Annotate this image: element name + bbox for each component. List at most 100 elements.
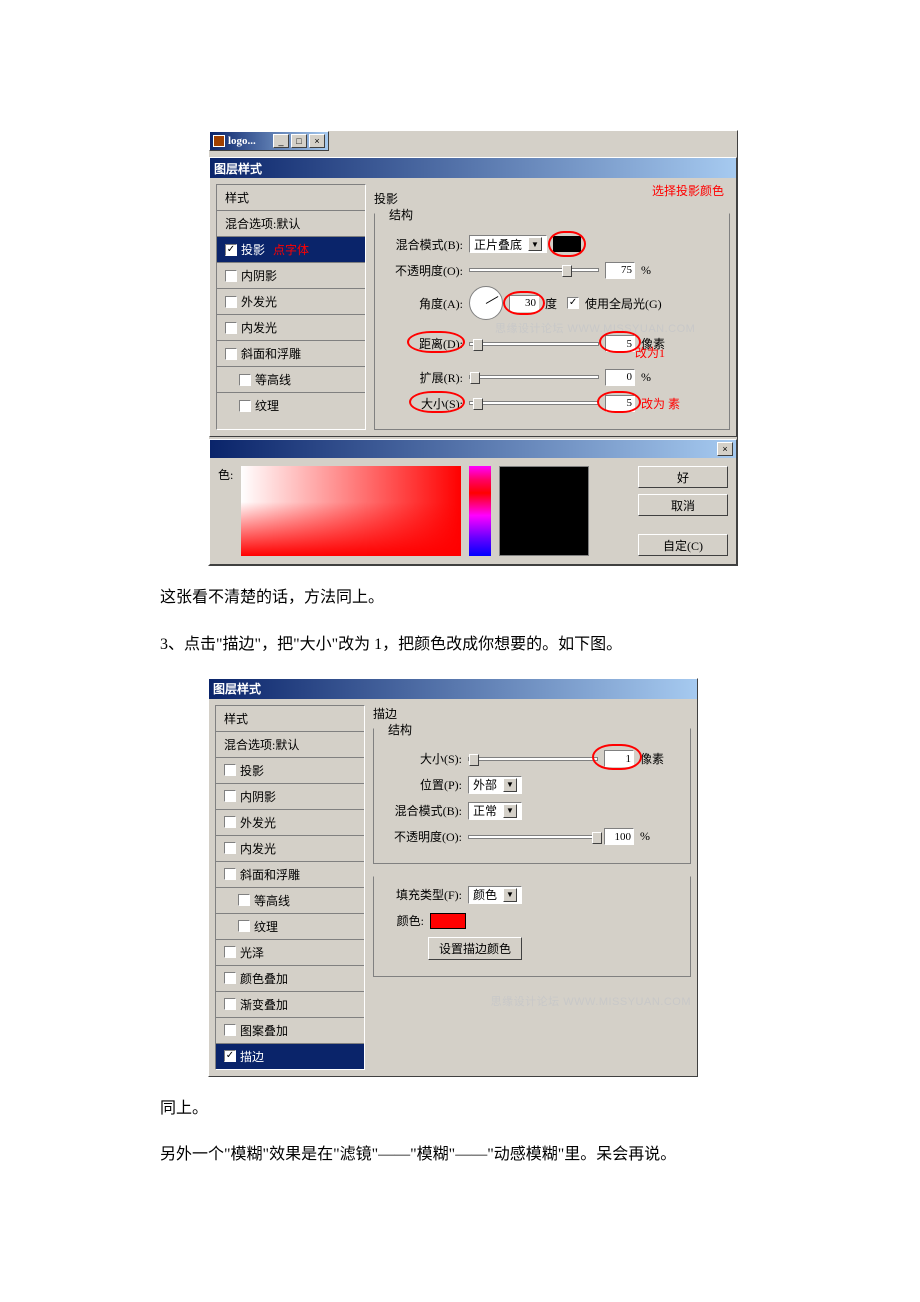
size-slider[interactable] [469, 401, 599, 405]
spread-input[interactable]: 0 [605, 369, 635, 386]
annotation-change-to-1: 改为1 [635, 344, 665, 361]
annotation-circle-icon [548, 231, 586, 257]
checkbox-icon[interactable] [224, 790, 236, 802]
style-row-stroke[interactable]: 描边 [216, 1044, 364, 1069]
style-row-pattern-overlay[interactable]: 图案叠加 [216, 1018, 364, 1044]
opacity-unit: % [641, 263, 651, 278]
checkbox-icon[interactable] [224, 972, 236, 984]
opacity-slider[interactable] [468, 835, 598, 839]
chevron-down-icon: ▼ [503, 888, 517, 902]
opacity-slider[interactable] [469, 268, 599, 272]
stroke-color-swatch[interactable] [430, 913, 466, 929]
checkbox-icon[interactable] [224, 764, 236, 776]
style-list: 样式 混合选项:默认 投影 内阴影 外发光 内发光 斜面和浮雕 等高线 纹理 光… [215, 705, 365, 1070]
color-field[interactable] [241, 466, 461, 556]
doc-window-icon [213, 135, 225, 147]
annotation-change-px: 改为 素 [641, 395, 680, 412]
dialog-title: 图层样式 [214, 160, 262, 177]
style-row-drop-shadow[interactable]: 投影 [216, 758, 364, 784]
style-row-blend-options[interactable]: 混合选项:默认 [217, 211, 365, 237]
style-row-drop-shadow[interactable]: 投影 点字体 [217, 237, 365, 263]
size-unit: 像素 [640, 750, 664, 767]
opacity-input[interactable]: 75 [605, 262, 635, 279]
row-blend-mode: 混合模式(B): 正片叠底▼ [385, 234, 719, 254]
style-row-texture[interactable]: 纹理 [217, 393, 365, 418]
style-row-inner-shadow[interactable]: 内阴影 [216, 784, 364, 810]
checkbox-icon[interactable] [225, 296, 237, 308]
style-row-outer-glow[interactable]: 外发光 [216, 810, 364, 836]
checkbox-icon[interactable] [224, 842, 236, 854]
style-row-outer-glow[interactable]: 外发光 [217, 289, 365, 315]
blend-mode-dropdown[interactable]: 正片叠底▼ [469, 235, 547, 253]
close-button[interactable]: × [717, 442, 733, 456]
checkbox-icon[interactable] [224, 868, 236, 880]
style-row-blend-options[interactable]: 混合选项:默认 [216, 732, 364, 758]
style-row-contour[interactable]: 等高线 [217, 367, 365, 393]
row-size: 大小(S): 1 像素 [384, 749, 680, 769]
hue-slider[interactable] [469, 466, 491, 556]
position-dropdown[interactable]: 外部▼ [468, 776, 522, 794]
angle-label: 角度(A): [385, 295, 463, 312]
annotation-circle-icon [599, 331, 641, 353]
annotation-click-font: 点字体 [273, 241, 309, 258]
maximize-button[interactable]: □ [291, 134, 307, 148]
group-structure: 结构 大小(S): 1 像素 位置(P): 外部▼ [373, 728, 691, 864]
style-row-inner-glow[interactable]: 内发光 [217, 315, 365, 341]
checkbox-icon[interactable] [239, 374, 251, 386]
custom-button[interactable]: 自定(C) [638, 534, 728, 556]
row-spread: 扩展(R): 0 % [385, 367, 719, 387]
blend-mode-label: 混合模式(B): [384, 802, 462, 819]
row-position: 位置(P): 外部▼ [384, 775, 680, 795]
group-structure-label: 结构 [385, 206, 417, 223]
article-para-4: 另外一个"模糊"效果是在"滤镜"——"模糊"——"动感模糊"里。呆会再说。 [160, 1141, 760, 1170]
blend-mode-dropdown[interactable]: 正常▼ [468, 802, 522, 820]
style-row-contour[interactable]: 等高线 [216, 888, 364, 914]
size-label: 大小(S): [384, 750, 462, 767]
checkbox-icon[interactable] [224, 998, 236, 1010]
set-stroke-color-button[interactable]: 设置描边颜色 [428, 937, 522, 960]
fill-type-dropdown[interactable]: 颜色▼ [468, 886, 522, 904]
cancel-button[interactable]: 取消 [638, 494, 728, 516]
doc-title: logo... [228, 135, 256, 147]
checkbox-icon[interactable] [225, 270, 237, 282]
style-row-bevel[interactable]: 斜面和浮雕 [216, 862, 364, 888]
distance-slider[interactable] [469, 342, 599, 346]
color-label: 色: [218, 466, 233, 483]
global-light-checkbox[interactable] [567, 297, 579, 309]
style-row-bevel[interactable]: 斜面和浮雕 [217, 341, 365, 367]
group-shadow: 投影 结构 混合模式(B): 正片叠底▼ 不透明度 [374, 190, 730, 430]
spread-unit: % [641, 370, 651, 385]
style-row-satin[interactable]: 光泽 [216, 940, 364, 966]
group-structure-label: 结构 [384, 721, 416, 738]
checkbox-icon[interactable] [238, 894, 250, 906]
style-row-inner-glow[interactable]: 内发光 [216, 836, 364, 862]
stroke-settings-pane: 描边 结构 大小(S): 1 像素 位置(P): 外部▼ [373, 705, 691, 1070]
style-row-gradient-overlay[interactable]: 渐变叠加 [216, 992, 364, 1018]
checkbox-icon[interactable] [224, 1050, 236, 1062]
checkbox-icon[interactable] [224, 946, 236, 958]
style-row-inner-shadow[interactable]: 内阴影 [217, 263, 365, 289]
angle-dial[interactable] [469, 286, 503, 320]
figure-2-layer-style-stroke: 图层样式 样式 混合选项:默认 投影 内阴影 外发光 内发光 斜面和浮雕 等高线… [208, 678, 698, 1077]
global-light-label: 使用全局光(G) [585, 295, 662, 312]
checkbox-icon[interactable] [225, 322, 237, 334]
watermark-text: 思缘设计论坛 WWW.MISSYUAN.COM [495, 320, 695, 336]
row-stroke-color-btn: 设置描边颜色 [384, 937, 680, 960]
close-button[interactable]: × [309, 134, 325, 148]
minimize-button[interactable]: _ [273, 134, 289, 148]
dialog-title: 图层样式 [213, 680, 261, 697]
style-row-texture[interactable]: 纹理 [216, 914, 364, 940]
shadow-color-swatch[interactable] [553, 236, 581, 252]
checkbox-icon[interactable] [224, 1024, 236, 1036]
checkbox-icon[interactable] [225, 244, 237, 256]
style-row-color-overlay[interactable]: 颜色叠加 [216, 966, 364, 992]
spread-slider[interactable] [469, 375, 599, 379]
checkbox-icon[interactable] [238, 920, 250, 932]
checkbox-icon[interactable] [225, 348, 237, 360]
checkbox-icon[interactable] [224, 816, 236, 828]
checkbox-icon[interactable] [239, 400, 251, 412]
opacity-input[interactable]: 100 [604, 828, 634, 845]
color-label: 颜色: [384, 912, 424, 929]
ok-button[interactable]: 好 [638, 466, 728, 488]
size-slider[interactable] [468, 757, 598, 761]
